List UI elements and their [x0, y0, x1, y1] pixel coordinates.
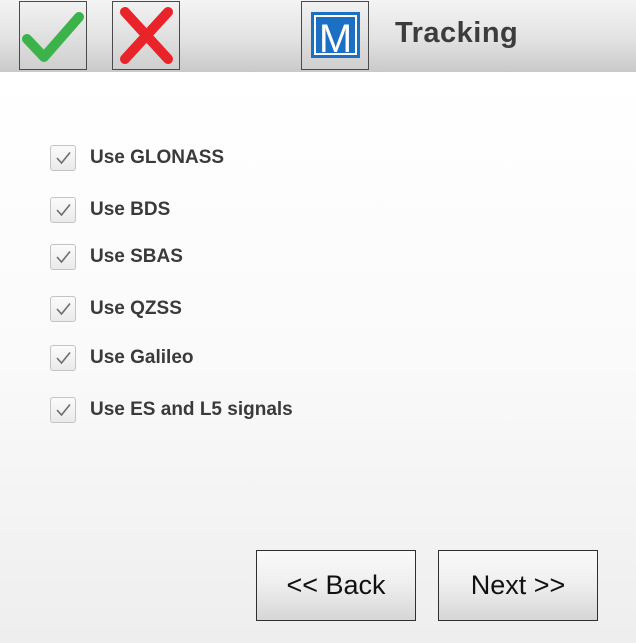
cancel-button[interactable]: [112, 1, 180, 70]
option-label: Use SBAS: [90, 246, 183, 267]
option-label: Use BDS: [90, 199, 171, 220]
option-use-glonass[interactable]: Use GLONASS: [50, 144, 224, 172]
option-label: Use Galileo: [90, 347, 194, 368]
checkmark-icon: [56, 351, 71, 365]
option-label: Use GLONASS: [90, 147, 225, 168]
m-logo-icon: M: [311, 12, 360, 61]
logo-letter: M: [319, 17, 352, 61]
option-label: Use ES and L5 signals: [90, 399, 293, 420]
checkbox[interactable]: [50, 197, 76, 223]
checkbox[interactable]: [50, 244, 76, 270]
checkmark-icon: [56, 203, 71, 217]
option-use-sbas[interactable]: Use SBAS: [50, 243, 183, 271]
option-label: Use QZSS: [90, 298, 182, 319]
checkmark-icon: [56, 250, 71, 264]
option-use-galileo[interactable]: Use Galileo: [50, 344, 194, 372]
checkbox[interactable]: [50, 397, 76, 423]
toolbar: M Tracking: [0, 0, 636, 72]
checkbox[interactable]: [50, 345, 76, 371]
option-use-bds[interactable]: Use BDS: [50, 196, 170, 224]
checkmark-icon: [56, 302, 71, 316]
app-logo-button[interactable]: M: [301, 1, 369, 70]
checkmark-icon: [56, 151, 71, 165]
accept-button[interactable]: [19, 1, 87, 70]
checkbox[interactable]: [50, 296, 76, 322]
next-button[interactable]: Next >>: [438, 550, 598, 621]
option-use-es-and-l5-signals[interactable]: Use ES and L5 signals: [50, 396, 293, 424]
page-title: Tracking: [395, 17, 519, 49]
checkbox[interactable]: [50, 145, 76, 171]
x-icon: [120, 7, 173, 64]
checkmark-icon: [22, 12, 84, 62]
option-use-qzss[interactable]: Use QZSS: [50, 295, 182, 323]
checkmark-icon: [56, 403, 71, 417]
back-button[interactable]: << Back: [256, 550, 416, 621]
